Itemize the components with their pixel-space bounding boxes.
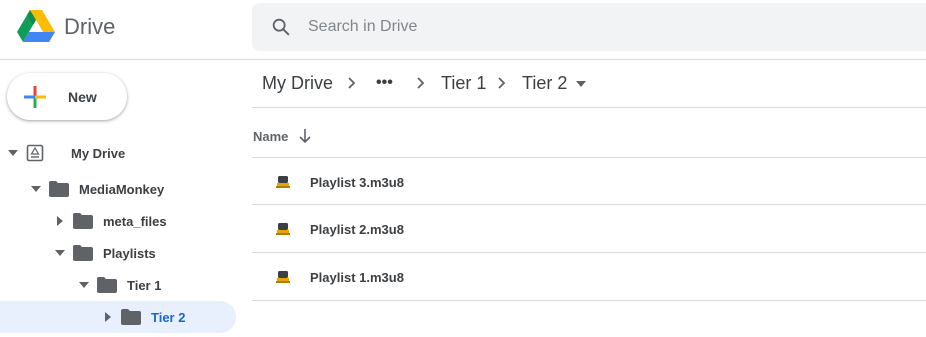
file-row[interactable]: Playlist 2.m3u8 bbox=[252, 205, 926, 253]
search-bar[interactable] bbox=[252, 3, 926, 51]
tree-item-tier-1[interactable]: Tier 1 bbox=[0, 269, 236, 301]
drive-logo-icon[interactable] bbox=[17, 10, 55, 44]
file-name: Playlist 1.m3u8 bbox=[310, 270, 404, 285]
search-icon[interactable] bbox=[270, 16, 292, 38]
sort-arrow-down-icon[interactable] bbox=[298, 128, 312, 144]
column-header-name[interactable]: Name bbox=[253, 129, 288, 144]
tree-item-my-drive[interactable]: My Drive bbox=[0, 137, 236, 169]
caret-down-icon[interactable] bbox=[7, 147, 19, 159]
chevron-right-icon bbox=[417, 77, 425, 89]
folder-icon bbox=[121, 309, 141, 325]
tree-item-meta-files[interactable]: meta_files bbox=[0, 205, 236, 237]
search-input[interactable] bbox=[308, 3, 808, 51]
new-button-label: New bbox=[68, 89, 97, 105]
folder-icon bbox=[49, 181, 69, 197]
file-row[interactable]: Playlist 1.m3u8 bbox=[252, 253, 926, 301]
top-bar: Drive bbox=[0, 0, 926, 60]
breadcrumb-my-drive[interactable]: My Drive bbox=[262, 73, 333, 94]
folder-icon bbox=[97, 277, 117, 293]
tree-item-mediamonkey[interactable]: MediaMonkey bbox=[0, 173, 236, 205]
file-name: Playlist 2.m3u8 bbox=[310, 222, 404, 237]
tree-label: meta_files bbox=[103, 214, 167, 229]
folder-icon bbox=[73, 213, 93, 229]
breadcrumb-current-folder[interactable]: Tier 2 bbox=[522, 73, 567, 94]
plus-icon bbox=[24, 86, 46, 108]
tree-item-playlists[interactable]: Playlists bbox=[0, 237, 236, 269]
file-row[interactable]: Playlist 3.m3u8 bbox=[252, 157, 926, 205]
file-name: Playlist 3.m3u8 bbox=[310, 175, 404, 190]
chevron-right-icon bbox=[348, 77, 356, 89]
app-name[interactable]: Drive bbox=[64, 14, 115, 40]
tree-label: Tier 2 bbox=[151, 310, 186, 325]
folder-icon bbox=[73, 245, 93, 261]
breadcrumb-overflow-button[interactable]: ••• bbox=[376, 74, 393, 92]
playlist-file-icon bbox=[276, 176, 290, 188]
caret-right-icon[interactable] bbox=[102, 311, 114, 323]
caret-down-icon[interactable] bbox=[54, 247, 66, 259]
caret-down-icon[interactable] bbox=[78, 279, 90, 291]
caret-down-icon[interactable] bbox=[30, 183, 42, 195]
tree-label: MediaMonkey bbox=[79, 182, 165, 197]
caret-right-icon[interactable] bbox=[54, 215, 66, 227]
tree-label: Playlists bbox=[103, 246, 156, 261]
playlist-file-icon bbox=[276, 223, 290, 235]
breadcrumb-tier-1[interactable]: Tier 1 bbox=[441, 73, 486, 94]
tree-item-tier-2[interactable]: Tier 2 bbox=[0, 301, 236, 333]
new-button[interactable]: New bbox=[7, 73, 127, 120]
my-drive-icon bbox=[26, 144, 44, 162]
tree-label: My Drive bbox=[71, 146, 126, 161]
divider bbox=[252, 107, 926, 108]
playlist-file-icon bbox=[276, 271, 290, 283]
chevron-right-icon bbox=[498, 77, 506, 89]
tree-label: Tier 1 bbox=[127, 278, 162, 293]
dropdown-arrow-icon[interactable] bbox=[575, 79, 587, 89]
